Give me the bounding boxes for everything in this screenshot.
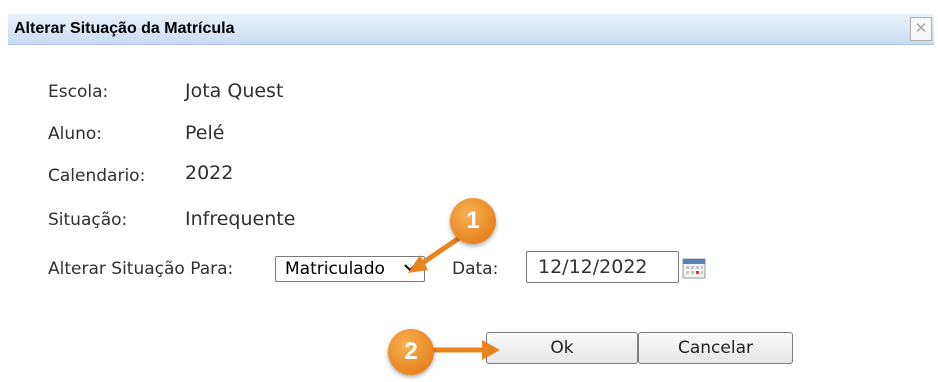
date-input-value: 12/12/2022 bbox=[538, 256, 648, 278]
date-input[interactable]: 12/12/2022 bbox=[526, 251, 679, 283]
dialog-titlebar: Alterar Situação da Matrícula ✕ bbox=[8, 14, 934, 45]
calendar-label: Calendario: bbox=[48, 166, 146, 186]
change-status-label: Alterar Situação Para: bbox=[48, 259, 234, 279]
status-value: Infrequente bbox=[185, 208, 296, 230]
annotation-badge-1: 1 bbox=[450, 198, 496, 244]
school-value: Jota Quest bbox=[185, 80, 284, 102]
ok-button[interactable]: Ok bbox=[486, 332, 638, 364]
change-status-dialog: Alterar Situação da Matrícula ✕ Escola: … bbox=[0, 0, 938, 382]
annotation-arrows bbox=[408, 229, 500, 360]
chevron-down-icon bbox=[404, 264, 416, 272]
calendar-value: 2022 bbox=[185, 162, 234, 184]
school-label: Escola: bbox=[48, 82, 109, 102]
cancel-button[interactable]: Cancelar bbox=[638, 332, 793, 364]
calendar-icon[interactable] bbox=[681, 256, 707, 280]
annotation-badge-2: 2 bbox=[388, 329, 434, 375]
student-value: Pelé bbox=[185, 122, 225, 144]
status-select[interactable]: Matriculado bbox=[275, 256, 425, 282]
student-label: Aluno: bbox=[48, 124, 103, 144]
status-label: Situação: bbox=[48, 210, 128, 230]
dialog-title: Alterar Situação da Matrícula bbox=[14, 20, 235, 37]
status-select-value: Matriculado bbox=[285, 259, 385, 279]
close-icon[interactable]: ✕ bbox=[910, 17, 932, 41]
date-label: Data: bbox=[452, 259, 499, 279]
